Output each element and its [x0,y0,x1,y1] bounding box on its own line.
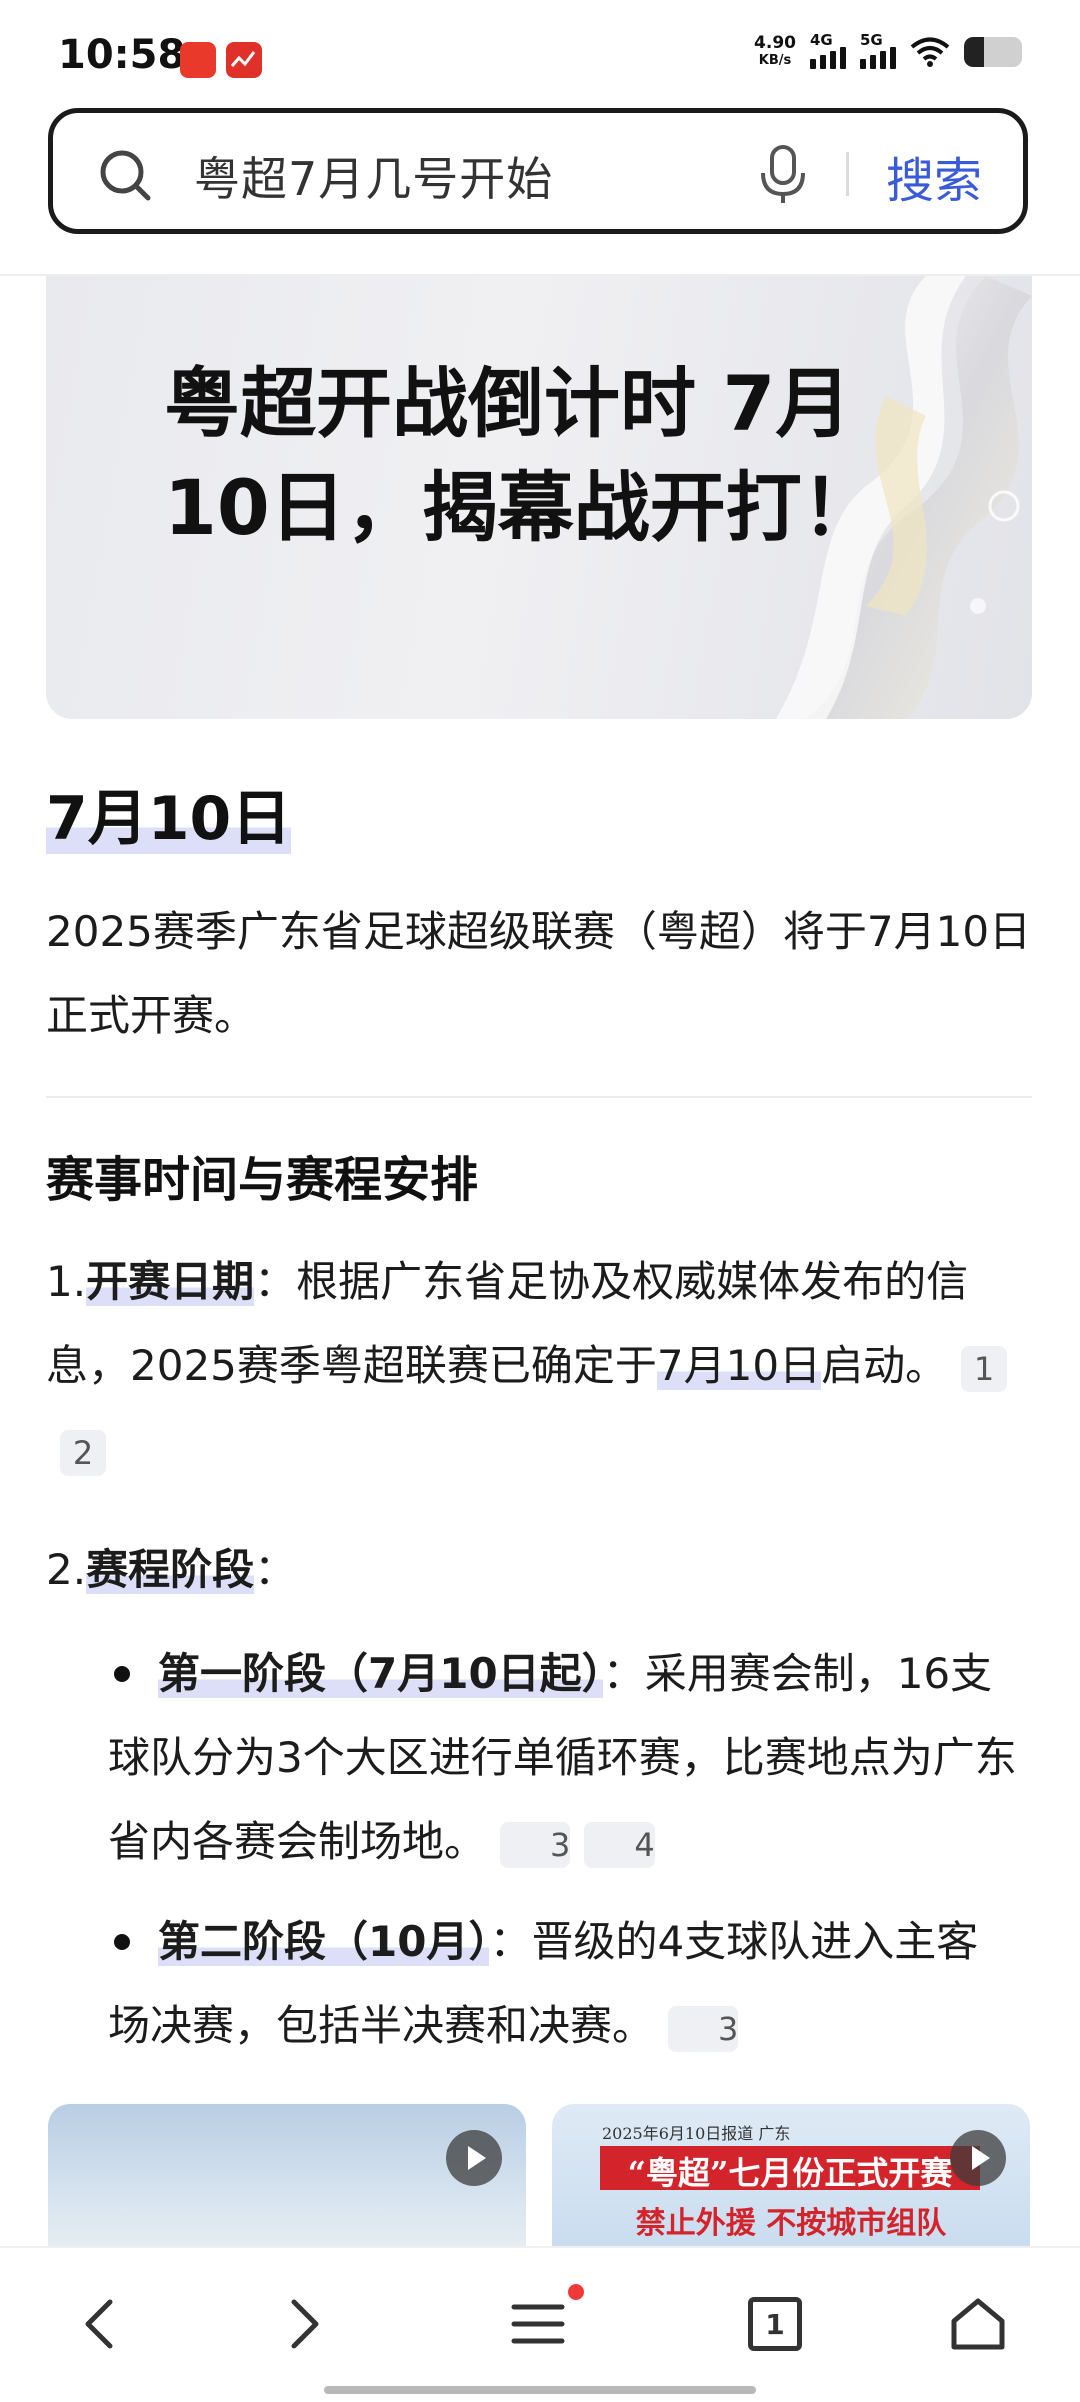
wifi-icon [910,37,950,67]
status-time: 10:58 [58,32,186,78]
search-divider [846,152,849,196]
play-icon[interactable] [950,2130,1006,2186]
chevron-right-icon [291,2299,319,2349]
tabs-button[interactable]: 1 [735,2284,815,2364]
video-2-subline: 禁止外援 不按城市组队 [635,2206,947,2241]
signal-5g-label: 5G [860,31,883,49]
battery-level [964,37,985,67]
back-button[interactable] [60,2284,140,2364]
forward-button[interactable] [264,2284,344,2364]
citation-badge[interactable]: 2 [60,1429,106,1476]
stage-2-bullet: 第二阶段（10月）：晋级的4支球队进入主客场决赛，包括半决赛和决赛。 3 [108,1900,1018,2068]
search-button[interactable]: 搜索 [886,141,982,211]
net-speed-value: 4.90 [754,33,796,53]
chevron-left-icon [85,2299,113,2349]
notification-app-icon [180,42,216,78]
stage-1-bullet: 第一阶段（7月10日起）：采用赛会制，16支球队分为3个大区进行单循环赛，比赛地… [108,1632,1018,1884]
home-indicator [324,2386,756,2394]
stage-1-sep: ： [602,1649,645,1698]
menu-button[interactable] [498,2284,584,2364]
citation-badge[interactable]: 3 [668,2005,739,2052]
stage-1-label: 第一阶段（7月10日起） [158,1649,603,1698]
home-icon [951,2298,1005,2350]
battery-icon [964,37,1022,67]
citation-badge[interactable]: 3 [500,1821,571,1868]
item-1-number: 1. [46,1257,87,1306]
answer-date: 7月10日 [46,770,292,857]
notification-stock-icon [226,42,262,78]
video-2-caption: 2025年6月10日报道 广东 [602,2124,791,2143]
microphone-icon[interactable] [758,144,808,206]
item-2-number: 2. [46,1545,87,1594]
menu-icon [511,2304,565,2344]
video-card-2[interactable]: 2025年6月10日报道 广东 “粤超”七月份正式开赛 禁止外援 不按城市组队 [552,2104,1030,2254]
answer-summary: 2025赛季广东省足球超级联赛（粤超）将于7月10日正式开赛。 [46,907,1032,1040]
citation-badge[interactable]: 1 [961,1345,1008,1392]
net-speed: 4.90 KB/s [754,34,796,70]
item-2-label: 赛程阶段 [86,1545,255,1594]
home-button[interactable] [938,2284,1018,2364]
section-heading: 赛事时间与赛程安排 [46,1152,479,1208]
tabs-icon: 1 [748,2297,802,2351]
search-icon [100,150,151,201]
play-icon[interactable] [446,2130,502,2186]
schedule-item-2: 2.赛程阶段： [46,1528,1036,1612]
schedule-item-1: 1.开赛日期：根据广东省足协及权威媒体发布的信息，2025赛季粤超联赛已确定于7… [46,1240,1036,1492]
stage-2-label: 第二阶段（10月） [158,1917,490,1966]
signal-4g-label: 4G [810,31,833,49]
video-2-headline: “粤超”七月份正式开赛 [627,2154,953,2192]
search-input[interactable]: 粤超7月几号开始 [194,143,553,209]
net-speed-unit: KB/s [758,53,792,68]
video-card-1[interactable] [48,2104,526,2254]
item-1-highlight: 7月10日 [656,1341,822,1390]
cell-signal-5g-icon: 5G [860,31,896,69]
section-divider [46,1096,1032,1098]
hero-image-card[interactable]: 粤超开战倒计时 7月10日，揭幕战开打！ [46,276,1032,719]
answer-date-text: 7月10日 [46,784,292,854]
chart-icon [230,51,256,67]
cell-signal-4g-icon: 4G [810,31,846,69]
item-2-sep: ： [254,1545,297,1594]
item-1-sep: ： [254,1257,297,1306]
item-1-label: 开赛日期 [86,1257,255,1306]
status-indicators: 4.90 KB/s 4G 5G [754,31,1022,70]
stage-2-sep: ： [489,1917,532,1966]
item-1-text-end: 启动。 [821,1341,948,1390]
hero-title: 粤超开战倒计时 7月10日，揭幕战开打！ [164,359,878,552]
notification-dot [568,2284,584,2300]
citation-badge[interactable]: 4 [584,1821,655,1868]
